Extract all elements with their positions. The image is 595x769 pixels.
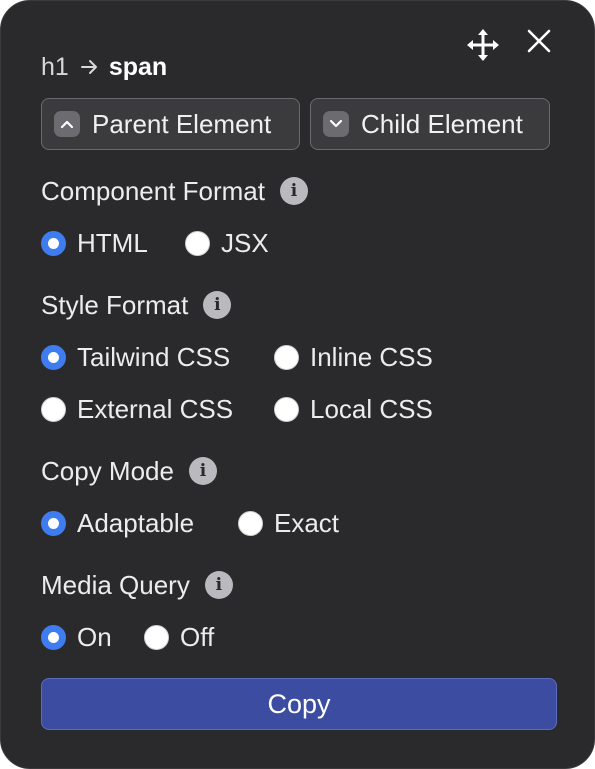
radio-label: Off xyxy=(180,621,215,652)
radio-label: Tailwind CSS xyxy=(77,341,231,372)
radio-external-css[interactable]: External CSS xyxy=(41,392,233,426)
move-icon[interactable] xyxy=(465,27,501,63)
radio-tailwind-css[interactable]: Tailwind CSS xyxy=(41,340,230,374)
parent-element-label: Parent Element xyxy=(92,108,272,139)
chevron-up-icon xyxy=(54,111,80,137)
radio-button[interactable] xyxy=(185,230,210,256)
breadcrumb: h1 span xyxy=(41,51,167,83)
radio-label: External CSS xyxy=(77,393,234,424)
info-icon[interactable]: i xyxy=(204,571,233,599)
copy-button-label: Copy xyxy=(267,688,331,719)
info-icon[interactable]: i xyxy=(279,177,308,205)
copy-mode-heading: Copy Mode i xyxy=(41,454,217,488)
radio-button[interactable] xyxy=(238,510,263,536)
style-format-heading: Style Format i xyxy=(41,288,232,322)
radio-button[interactable] xyxy=(274,396,299,422)
component-format-label: Component Format xyxy=(41,175,265,206)
radio-label: Local CSS xyxy=(310,393,433,424)
radio-button[interactable] xyxy=(274,344,299,370)
radio-label: Inline CSS xyxy=(310,341,433,372)
radio-exact[interactable]: Exact xyxy=(238,506,339,540)
parent-element-button[interactable]: Parent Element xyxy=(41,98,300,150)
radio-button[interactable] xyxy=(144,624,169,650)
chevron-down-icon xyxy=(323,111,349,137)
radio-label: Adaptable xyxy=(77,507,195,538)
radio-button-checked[interactable] xyxy=(41,624,66,650)
style-format-label: Style Format xyxy=(41,289,189,320)
media-query-heading: Media Query i xyxy=(41,568,233,602)
radio-label: Exact xyxy=(274,507,340,538)
breadcrumb-from: h1 xyxy=(41,52,69,81)
copy-mode-label: Copy Mode xyxy=(41,455,174,486)
arrow-right-icon xyxy=(80,59,99,75)
radio-label: HTML xyxy=(77,227,148,258)
media-query-label: Media Query xyxy=(41,569,190,600)
element-copy-panel: h1 span Parent Element Child Element Com… xyxy=(0,0,595,769)
radio-local-css[interactable]: Local CSS xyxy=(274,392,433,426)
breadcrumb-to: span xyxy=(108,52,168,81)
radio-button-checked[interactable] xyxy=(41,510,66,536)
radio-on[interactable]: On xyxy=(41,620,112,654)
radio-label: JSX xyxy=(221,227,269,258)
radio-html[interactable]: HTML xyxy=(41,226,148,260)
radio-button[interactable] xyxy=(41,396,66,422)
child-element-label: Child Element xyxy=(361,108,523,139)
child-element-button[interactable]: Child Element xyxy=(310,98,550,150)
info-icon[interactable]: i xyxy=(203,291,232,319)
radio-label: On xyxy=(77,621,112,652)
copy-button[interactable]: Copy xyxy=(41,678,557,730)
radio-inline-css[interactable]: Inline CSS xyxy=(274,340,433,374)
radio-adaptable[interactable]: Adaptable xyxy=(41,506,194,540)
component-format-heading: Component Format i xyxy=(41,174,308,208)
radio-button-checked[interactable] xyxy=(41,344,66,370)
radio-off[interactable]: Off xyxy=(144,620,214,654)
info-icon[interactable]: i xyxy=(188,457,217,485)
close-icon[interactable] xyxy=(523,25,555,57)
radio-button-checked[interactable] xyxy=(41,230,66,256)
radio-jsx[interactable]: JSX xyxy=(185,226,269,260)
